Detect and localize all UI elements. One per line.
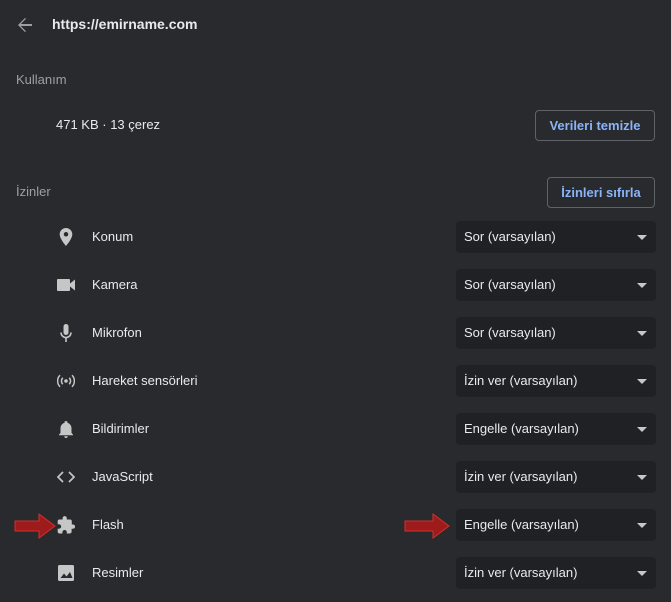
permission-label: Mikrofon (92, 325, 142, 340)
notifications-permission-select[interactable]: Engelle (varsayılan) (456, 413, 656, 445)
flash-permission-select[interactable]: Engelle (varsayılan) (456, 509, 656, 541)
bell-icon (56, 419, 76, 439)
site-settings-header: https://emirname.com (0, 0, 671, 50)
permission-row-motion-sensors: Hareket sensörleri İzin ver (varsayılan) (0, 357, 671, 405)
chevron-down-icon (637, 331, 647, 336)
chevron-down-icon (637, 283, 647, 288)
permission-row-notifications: Bildirimler Engelle (varsayılan) (0, 405, 671, 453)
permission-label: Flash (92, 517, 124, 532)
select-value: İzin ver (varsayılan) (464, 565, 578, 580)
location-pin-icon (56, 227, 76, 247)
annotation-arrow-icon (14, 513, 56, 539)
permission-row-camera: Kamera Sor (varsayılan) (0, 261, 671, 309)
chevron-down-icon (637, 379, 647, 384)
permission-label: Bildirimler (92, 421, 150, 436)
images-permission-select[interactable]: İzin ver (varsayılan) (456, 557, 656, 589)
javascript-permission-select[interactable]: İzin ver (varsayılan) (456, 461, 656, 493)
permission-row-javascript: JavaScript İzin ver (varsayılan) (0, 453, 671, 501)
arrow-left-icon (18, 18, 32, 32)
select-value: İzin ver (varsayılan) (464, 469, 578, 484)
motion-sensors-permission-select[interactable]: İzin ver (varsayılan) (456, 365, 656, 397)
puzzle-piece-icon (56, 515, 76, 535)
select-value: Engelle (varsayılan) (464, 421, 579, 436)
permission-label: JavaScript (92, 469, 153, 484)
select-value: Sor (varsayılan) (464, 229, 556, 244)
permission-row-flash: Flash Engelle (varsayılan) (0, 501, 671, 549)
select-value: Engelle (varsayılan) (464, 517, 579, 532)
chevron-down-icon (637, 475, 647, 480)
chevron-down-icon (637, 571, 647, 576)
motion-sensor-icon (56, 371, 76, 391)
chevron-down-icon (637, 235, 647, 240)
permission-label: Konum (92, 229, 134, 244)
code-icon (56, 467, 76, 487)
camera-permission-select[interactable]: Sor (varsayılan) (456, 269, 656, 301)
permissions-section-title: İzinler (16, 184, 51, 199)
usage-summary: 471 KB · 13 çerez (56, 117, 161, 132)
reset-permissions-button[interactable]: İzinleri sıfırla (547, 177, 655, 208)
permission-label: Kamera (92, 277, 138, 292)
back-button[interactable] (12, 12, 38, 38)
permission-label: Resimler (92, 565, 144, 580)
clear-data-button[interactable]: Verileri temizle (535, 110, 655, 141)
select-value: İzin ver (varsayılan) (464, 373, 578, 388)
select-value: Sor (varsayılan) (464, 325, 556, 340)
site-url: https://emirname.com (52, 16, 198, 32)
select-value: Sor (varsayılan) (464, 277, 556, 292)
chevron-down-icon (637, 427, 647, 432)
camera-icon (56, 275, 76, 295)
usage-section-title: Kullanım (16, 72, 67, 87)
permission-label: Hareket sensörleri (92, 373, 198, 388)
permission-row-location: Konum Sor (varsayılan) (0, 213, 671, 261)
chevron-down-icon (637, 523, 647, 528)
location-permission-select[interactable]: Sor (varsayılan) (456, 221, 656, 253)
permission-row-images: Resimler İzin ver (varsayılan) (0, 549, 671, 597)
microphone-permission-select[interactable]: Sor (varsayılan) (456, 317, 656, 349)
microphone-icon (56, 323, 76, 343)
permission-row-microphone: Mikrofon Sor (varsayılan) (0, 309, 671, 357)
annotation-arrow-icon (404, 513, 450, 539)
image-icon (56, 563, 76, 583)
